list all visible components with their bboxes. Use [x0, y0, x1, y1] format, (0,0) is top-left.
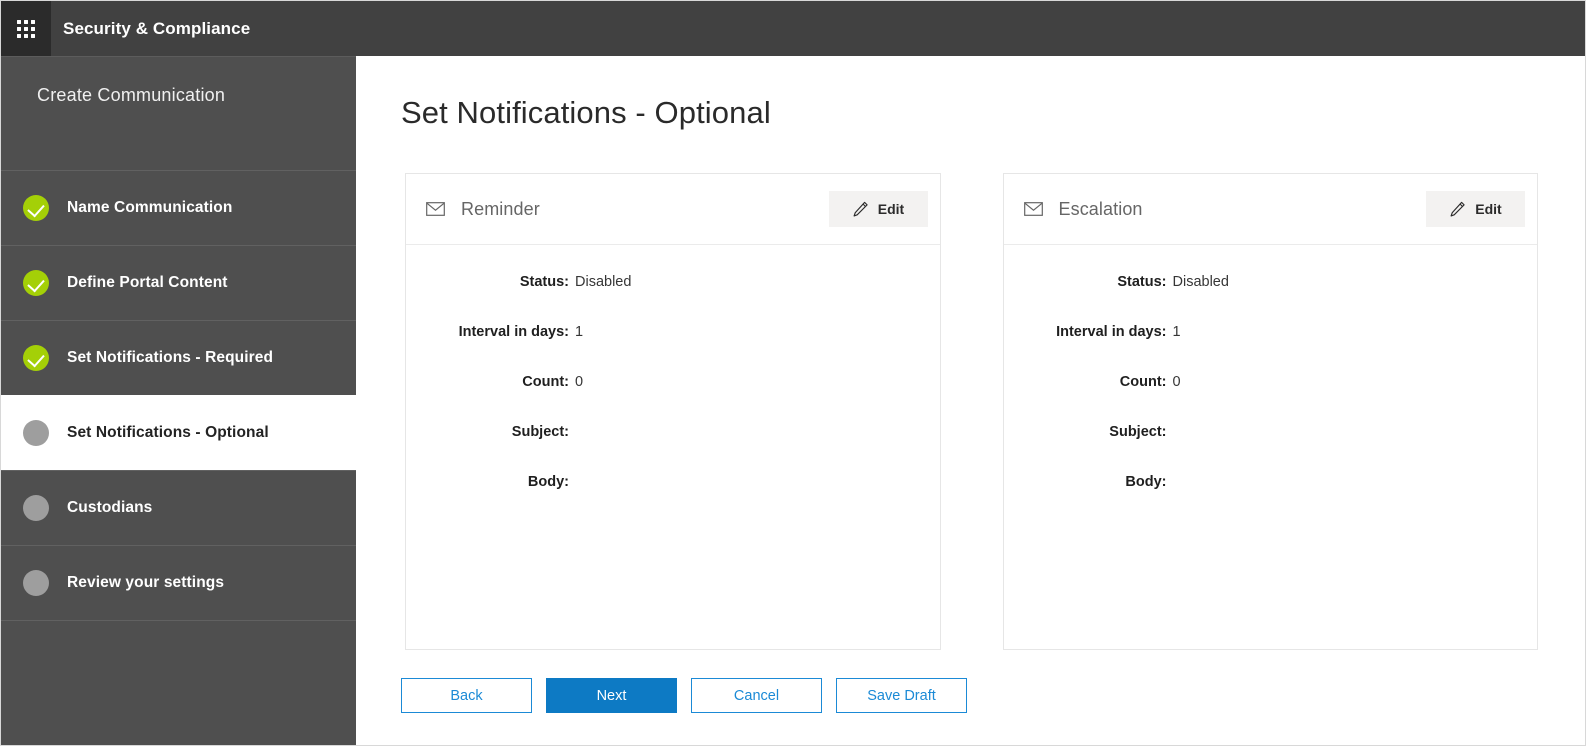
save-draft-button[interactable]: Save Draft: [836, 678, 967, 713]
app-window: Security & Compliance Create Communicati…: [0, 0, 1586, 746]
field-label: Body:: [1125, 474, 1167, 490]
check-circle-icon: [23, 345, 49, 371]
field-value: Disabled: [575, 274, 632, 290]
notification-cards: Reminder Edit Status: Disabled Interval …: [405, 173, 1538, 650]
field-label: Subject:: [1109, 424, 1167, 440]
escalation-card-header: Escalation Edit: [1003, 174, 1537, 245]
field-label: Count:: [522, 374, 569, 390]
field-label: Interval in days:: [1056, 324, 1167, 340]
sidebar-item-define-portal-content[interactable]: Define Portal Content: [1, 245, 356, 320]
sidebar-item-name-communication[interactable]: Name Communication: [1, 170, 356, 245]
pencil-icon: [853, 201, 868, 216]
escalation-edit-label: Edit: [1475, 201, 1502, 217]
check-circle-icon: [23, 195, 49, 221]
envelope-icon: [1023, 202, 1043, 216]
wizard-footer: Back Next Cancel Save Draft: [401, 678, 967, 713]
sidebar-divider: [1, 620, 356, 630]
field-value: 1: [1172, 324, 1181, 340]
top-app-bar: Security & Compliance: [1, 1, 1585, 56]
field-row: Count: 0: [1004, 374, 1538, 424]
escalation-edit-button[interactable]: Edit: [1426, 191, 1525, 227]
app-title: Security & Compliance: [63, 18, 251, 38]
field-row: Count: 0: [406, 374, 940, 424]
field-row: Interval in days: 1: [1004, 324, 1538, 374]
reminder-card-header: Reminder Edit: [406, 174, 940, 245]
sidebar-item-label: Set Notifications - Required: [67, 349, 274, 366]
escalation-card-body: Status: Disabled Interval in days: 1 Cou…: [1004, 245, 1538, 649]
back-button[interactable]: Back: [401, 678, 532, 713]
reminder-card-title: Reminder: [461, 198, 540, 219]
field-row: Status: Disabled: [1004, 274, 1538, 324]
escalation-card-title: Escalation: [1058, 198, 1143, 219]
sidebar-item-custodians[interactable]: Custodians: [1, 470, 356, 545]
field-label: Body:: [527, 474, 569, 490]
sidebar-item-label: Name Communication: [67, 199, 233, 216]
field-row: Subject:: [1004, 424, 1538, 474]
cancel-button[interactable]: Cancel: [691, 678, 822, 713]
page-title: Set Notifications - Optional: [401, 95, 771, 130]
sidebar-item-label: Define Portal Content: [67, 274, 228, 291]
field-value: 1: [575, 324, 584, 340]
field-label: Subject:: [511, 424, 569, 440]
sidebar-item-set-notifications-required[interactable]: Set Notifications - Required: [1, 320, 356, 395]
reminder-edit-label: Edit: [877, 201, 905, 217]
sidebar-item-label: Review your settings: [67, 574, 225, 591]
field-row: Interval in days: 1: [406, 324, 940, 374]
field-value: 0: [575, 374, 584, 390]
field-value: Disabled: [1172, 274, 1229, 290]
reminder-edit-button[interactable]: Edit: [828, 191, 928, 227]
dot-circle-icon: [23, 570, 49, 596]
next-button[interactable]: Next: [546, 678, 677, 713]
reminder-card: Reminder Edit Status: Disabled Interval …: [405, 173, 941, 650]
field-row: Body:: [406, 474, 940, 524]
sidebar-item-label: Custodians: [67, 499, 153, 516]
field-row: Status: Disabled: [406, 274, 940, 324]
main-content: Set Notifications - Optional Reminder Ed…: [356, 56, 1585, 745]
field-row: Body:: [1004, 474, 1538, 524]
field-row: Subject:: [406, 424, 940, 474]
field-label: Status:: [1117, 274, 1167, 290]
pencil-icon: [1450, 201, 1465, 216]
sidebar-item-label: Set Notifications - Optional: [67, 424, 269, 441]
app-launcher-button[interactable]: [1, 1, 51, 56]
dot-circle-icon: [23, 495, 49, 521]
field-label: Status:: [519, 274, 569, 290]
sidebar-heading: Create Communication: [37, 85, 226, 105]
reminder-card-body: Status: Disabled Interval in days: 1 Cou…: [406, 245, 940, 649]
check-circle-icon: [23, 270, 49, 296]
field-value: 0: [1172, 374, 1181, 390]
dot-circle-icon: [23, 420, 49, 446]
sidebar-item-set-notifications-optional[interactable]: Set Notifications - Optional: [1, 395, 356, 470]
escalation-card: Escalation Edit Status: Disabled Interva…: [1002, 173, 1538, 650]
field-label: Count:: [1119, 374, 1167, 390]
sidebar-item-review-your-settings[interactable]: Review your settings: [1, 545, 356, 620]
app-launcher-waffle-icon: [17, 19, 35, 38]
envelope-icon: [426, 202, 445, 216]
wizard-sidebar: Create Communication Name Communication …: [1, 56, 356, 745]
field-label: Interval in days:: [458, 324, 569, 340]
